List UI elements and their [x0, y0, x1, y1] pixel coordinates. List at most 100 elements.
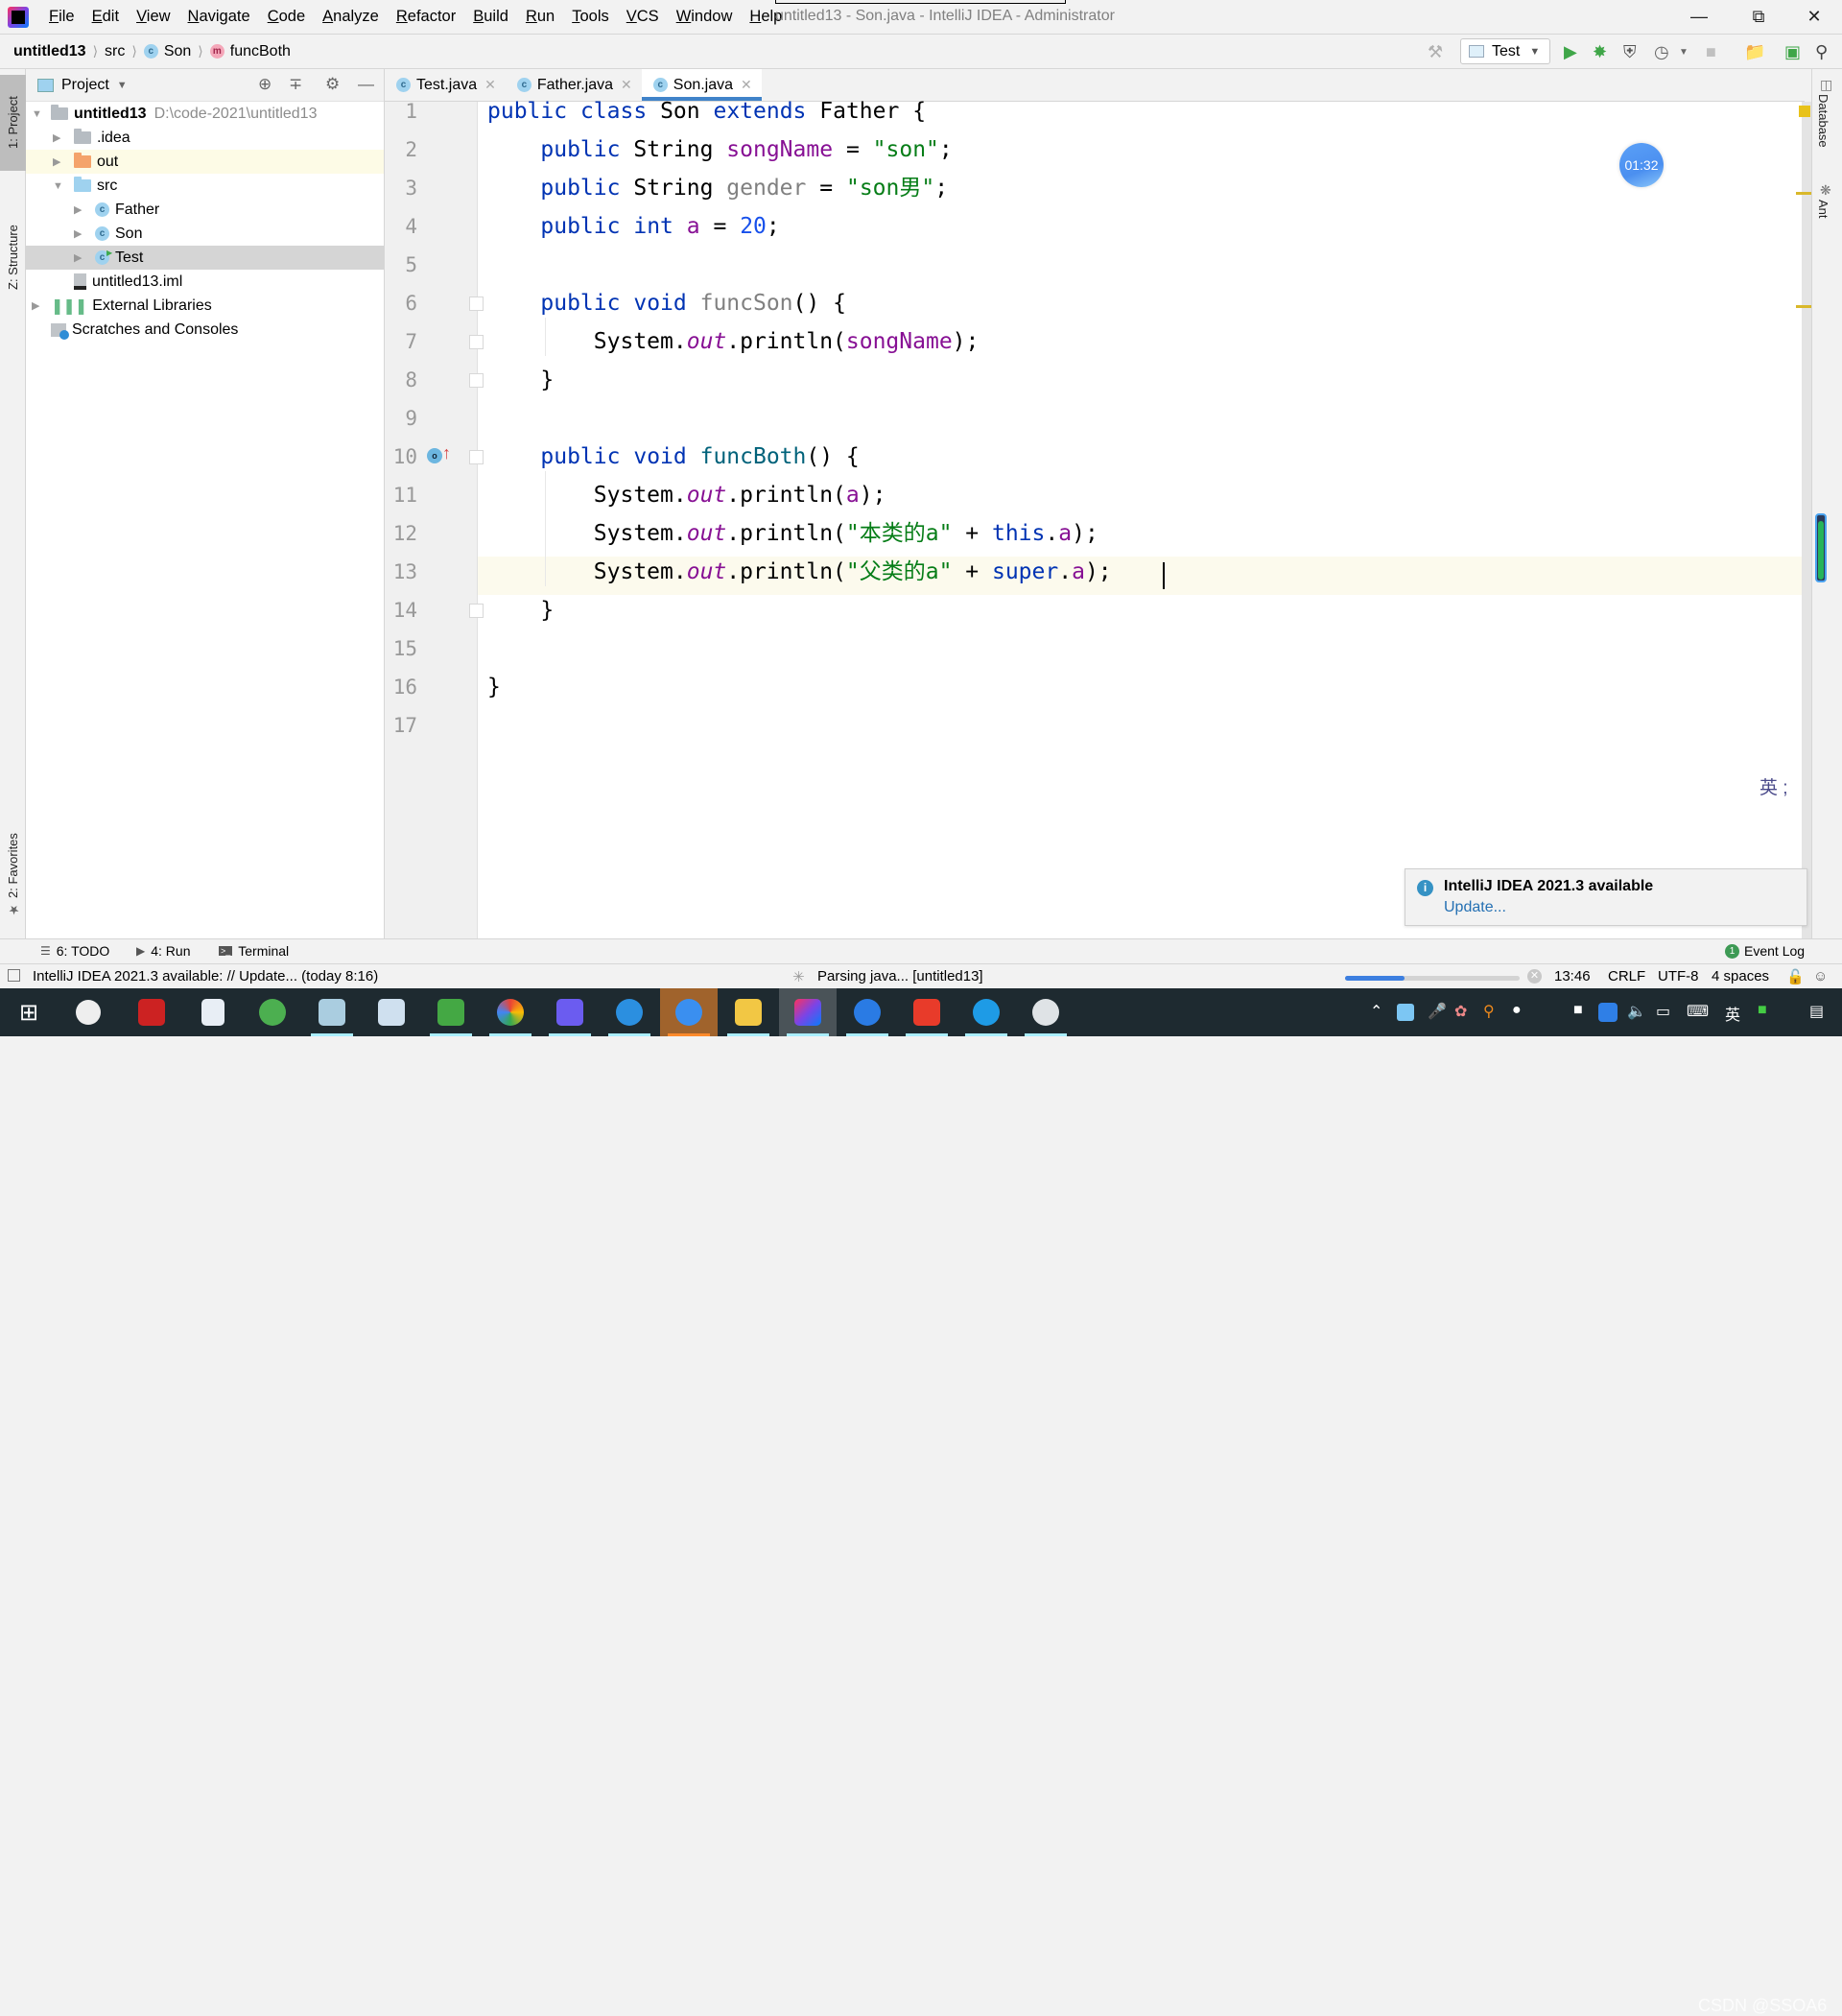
toggle-tool-windows-icon[interactable] — [8, 969, 20, 982]
taskbar-app-icon[interactable] — [601, 988, 658, 1036]
tree-item-src[interactable]: ▼ src — [26, 174, 384, 198]
cancel-task-icon[interactable]: ✕ — [1527, 969, 1542, 984]
coverage-icon[interactable]: ⛨ — [1623, 39, 1637, 64]
menu-view[interactable]: View — [128, 8, 178, 26]
tool-tab-structure[interactable]: Z: Structure — [0, 173, 26, 342]
taskbar-app-icon[interactable] — [363, 988, 420, 1036]
taskbar-intellij-icon[interactable] — [779, 988, 837, 1036]
microphone-icon[interactable]: 🎤 — [1428, 1002, 1447, 1021]
expand-arrow-icon[interactable]: ▶ — [74, 227, 82, 240]
fold-marker-icon[interactable] — [469, 450, 484, 464]
tree-item-external-libraries[interactable]: ▶ ❚❚❚ External Libraries — [26, 294, 384, 318]
expand-arrow-icon[interactable]: ▶ — [74, 251, 82, 264]
indent-setting[interactable]: 4 spaces — [1712, 968, 1769, 984]
warning-status-icon[interactable] — [1799, 106, 1810, 117]
warning-marker[interactable] — [1796, 305, 1811, 308]
tree-item-test[interactable]: ▶ c ▶ Test — [26, 246, 384, 270]
collapse-all-icon[interactable]: ∓ — [289, 75, 302, 94]
update-link[interactable]: Update... — [1444, 899, 1506, 916]
hide-panel-icon[interactable]: — — [358, 75, 374, 94]
project-structure-icon[interactable]: 📁 — [1744, 39, 1765, 64]
run-icon[interactable]: ▶ — [1564, 39, 1577, 64]
keyboard-icon[interactable]: ⌨ — [1687, 1002, 1709, 1021]
expand-arrow-icon[interactable]: ▶ — [32, 299, 39, 312]
expand-arrow-icon[interactable]: ▶ — [53, 131, 60, 144]
start-windows-icon[interactable]: ⊞ — [0, 988, 58, 1036]
taskbar-chrome-icon[interactable] — [482, 988, 539, 1036]
search-icon[interactable]: ⚲ — [1815, 39, 1828, 64]
breadcrumb-method[interactable]: funcBoth — [230, 43, 291, 60]
expand-arrow-icon[interactable]: ▼ — [32, 108, 42, 120]
run-configuration-select[interactable]: Test ▼ — [1460, 38, 1550, 64]
fold-marker-icon[interactable] — [469, 604, 484, 618]
taskbar-dingtalk-icon[interactable] — [660, 988, 718, 1036]
event-log-button[interactable]: 1 Event Log — [1725, 943, 1805, 959]
tree-item-untitled13[interactable]: ▼ untitled13 D:\code-2021\untitled13 — [26, 102, 384, 126]
taskbar-app-icon[interactable] — [898, 988, 956, 1036]
gear-icon[interactable]: ⚙ — [325, 75, 340, 94]
expand-arrow-icon[interactable]: ▶ — [74, 203, 82, 216]
tray-app-icon[interactable]: ■ — [1573, 1002, 1583, 1019]
taskbar-app-icon[interactable] — [59, 988, 117, 1036]
presentation-icon[interactable]: ▣ — [1784, 39, 1801, 64]
close-tab-icon[interactable]: ✕ — [621, 77, 632, 93]
menu-window[interactable]: Window — [668, 8, 742, 26]
tool-tab-todo[interactable]: ☰ 6: TODO — [40, 943, 109, 959]
line-separator[interactable]: CRLF — [1608, 968, 1645, 984]
breadcrumb-project[interactable]: untitled13 — [13, 43, 86, 60]
tool-tab-database[interactable]: Database — [1816, 94, 1830, 148]
taskbar-app-icon[interactable] — [838, 988, 896, 1036]
breadcrumb-class[interactable]: Son — [164, 43, 191, 60]
taskbar-browser-icon[interactable] — [244, 988, 301, 1036]
ime-indicator[interactable]: 英 ; — [1759, 773, 1788, 799]
fold-marker-icon[interactable] — [469, 296, 484, 311]
menu-run[interactable]: Run — [517, 8, 563, 26]
tree-item-idea[interactable]: ▶ .idea — [26, 126, 384, 150]
menu-vcs[interactable]: VCS — [618, 8, 668, 26]
tree-item-father[interactable]: ▶ c Father — [26, 198, 384, 222]
taskbar-app-icon[interactable] — [123, 988, 180, 1036]
menu-analyze[interactable]: Analyze — [314, 8, 388, 26]
tool-tab-ant[interactable]: Ant — [1816, 200, 1830, 219]
editor-scrollbar[interactable] — [1796, 102, 1811, 938]
debug-bug-icon[interactable]: ✸ — [1593, 39, 1607, 64]
tool-tab-terminal[interactable]: >_ Terminal — [219, 943, 289, 959]
close-window-button[interactable]: ✕ — [1786, 0, 1842, 34]
taskbar-app-icon[interactable] — [422, 988, 480, 1036]
tree-item-son[interactable]: ▶ c Son — [26, 222, 384, 246]
close-tab-icon[interactable]: ✕ — [484, 77, 496, 93]
status-message[interactable]: IntelliJ IDEA 2021.3 available: // Updat… — [33, 968, 378, 984]
screen-recorder-timer[interactable]: 01:32 — [1619, 143, 1664, 187]
chevron-down-icon[interactable]: ▼ — [1679, 39, 1688, 64]
build-hammer-icon[interactable]: ⚒ — [1428, 39, 1443, 64]
restore-button[interactable]: ⧉ — [1731, 0, 1786, 34]
taskbar-file-explorer-icon[interactable] — [720, 988, 777, 1036]
taskbar-app-icon[interactable] — [1017, 988, 1074, 1036]
tool-tab-project[interactable]: 1: Project — [0, 75, 26, 171]
locate-target-icon[interactable]: ⊕ — [258, 75, 272, 94]
tray-search-icon[interactable]: ⚲ — [1483, 1002, 1495, 1021]
file-encoding[interactable]: UTF-8 — [1658, 968, 1699, 984]
taskbar-app-icon[interactable] — [303, 988, 361, 1036]
tree-item-out[interactable]: ▶ out — [26, 150, 384, 174]
intellij-logo-icon[interactable] — [8, 6, 29, 28]
menu-refactor[interactable]: Refactor — [388, 8, 464, 26]
tool-tab-run[interactable]: ▶ 4: Run — [136, 943, 190, 959]
tray-app-icon[interactable] — [1397, 1004, 1414, 1021]
inspector-icon[interactable]: ☺ — [1813, 968, 1828, 984]
overrides-arrow-up-icon[interactable]: ↑ — [442, 443, 451, 463]
menu-build[interactable]: Build — [464, 8, 517, 26]
menu-tools[interactable]: Tools — [563, 8, 618, 26]
fold-marker-icon[interactable] — [469, 335, 484, 349]
show-hidden-icons-icon[interactable]: ⌃ — [1370, 1002, 1382, 1021]
editor-gutter[interactable]: 1 2 3 4 5 6 7 8 9 10 11 12 13 14 15 16 1… — [385, 100, 484, 938]
breadcrumb-src[interactable]: src — [105, 43, 125, 60]
close-tab-icon[interactable]: ✕ — [741, 77, 752, 93]
taskbar-app-icon[interactable] — [541, 988, 599, 1036]
network-icon[interactable]: ▭ — [1656, 1002, 1670, 1021]
tool-tab-favorites[interactable]: ★ 2: Favorites — [0, 818, 26, 933]
expand-arrow-icon[interactable]: ▼ — [53, 180, 63, 192]
qq-icon[interactable]: ● — [1512, 1002, 1522, 1019]
tree-item-iml[interactable]: untitled13.iml — [26, 270, 384, 294]
chevron-down-icon[interactable]: ▼ — [117, 80, 128, 91]
